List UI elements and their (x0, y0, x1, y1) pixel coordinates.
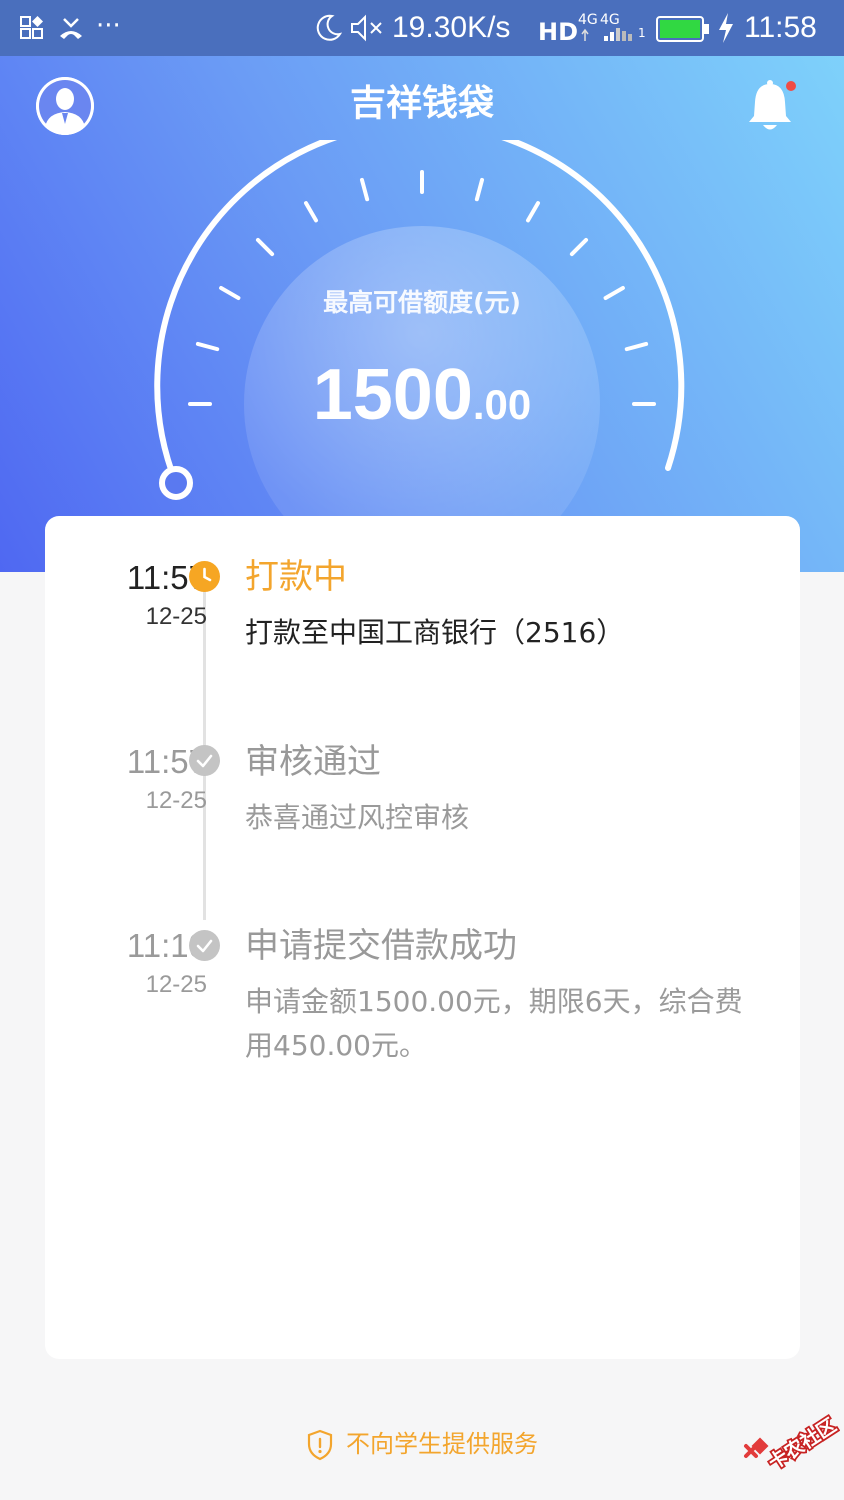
app-grid-icon (20, 16, 43, 39)
network-speed: 19.30K/s (392, 11, 511, 44)
footer-notice-text: 不向学生提供服务 (346, 1430, 538, 1458)
shield-icon (307, 1429, 333, 1461)
gauge-start-knob (159, 466, 193, 500)
timeline-desc: 打款至中国工商银行（2516） (245, 616, 625, 649)
amount-decimal: .00 (472, 381, 532, 428)
page-title: 吉祥钱袋 (349, 83, 494, 124)
gauge-amount: 1500.00 (0, 352, 844, 458)
gauge-tick (304, 201, 318, 223)
progress-card: 11:57 12-25 打款中 打款至中国工商银行（2516） 11:57 12… (45, 516, 800, 1359)
gauge-tick (569, 237, 589, 257)
watermark-logo: 卡农社区 (744, 1412, 840, 1474)
missed-call-icon (60, 18, 82, 39)
timeline-date: 12-25 (145, 787, 207, 814)
credit-gauge (154, 140, 685, 500)
sim-slot: 1 (638, 26, 646, 40)
battery-icon (656, 16, 709, 42)
moon-icon (316, 14, 342, 41)
timeline-date: 12-25 (145, 971, 207, 998)
amount-integer: 1500 (312, 355, 473, 435)
gauge-tick (474, 177, 485, 202)
hd-indicator: HD (538, 18, 579, 46)
notification-dot (786, 81, 796, 91)
timeline-date: 12-25 (145, 603, 207, 630)
more-notifications: ··· (96, 11, 121, 41)
gauge-tick (526, 201, 540, 223)
gauge-tick (255, 237, 275, 257)
gauge-label: 最高可借额度(元) (323, 288, 521, 317)
gauge-tick (624, 341, 649, 352)
check-icon (189, 930, 220, 961)
gauge-tick (359, 177, 370, 202)
network-type-1: 4G (578, 12, 598, 28)
bell-icon (749, 80, 796, 130)
mute-icon (351, 14, 382, 42)
timeline-title: 审核通过 (245, 742, 381, 782)
clock-icon (189, 561, 220, 592)
footer-notice: 不向学生提供服务 (0, 1424, 844, 1464)
timeline-title: 打款中 (245, 557, 347, 597)
status-bar: ··· 19.30K/s HD 4G 4G 1 11:58 (0, 0, 844, 56)
clock-time: 11:58 (744, 11, 817, 44)
network-type-2: 4G (600, 12, 620, 28)
check-icon (189, 745, 220, 776)
timeline-desc: 申请金额1500.00元，期限6天，综合费用450.00元。 (245, 985, 743, 1062)
charging-icon (719, 13, 733, 43)
notification-button[interactable] (744, 78, 796, 134)
watermark-text: 卡农社区 (764, 1414, 840, 1474)
timeline-title: 申请提交借款成功 (245, 926, 517, 966)
timeline-desc: 恭喜通过风控审核 (245, 801, 470, 834)
gauge-tick (195, 341, 220, 352)
signal-icon (581, 28, 632, 41)
